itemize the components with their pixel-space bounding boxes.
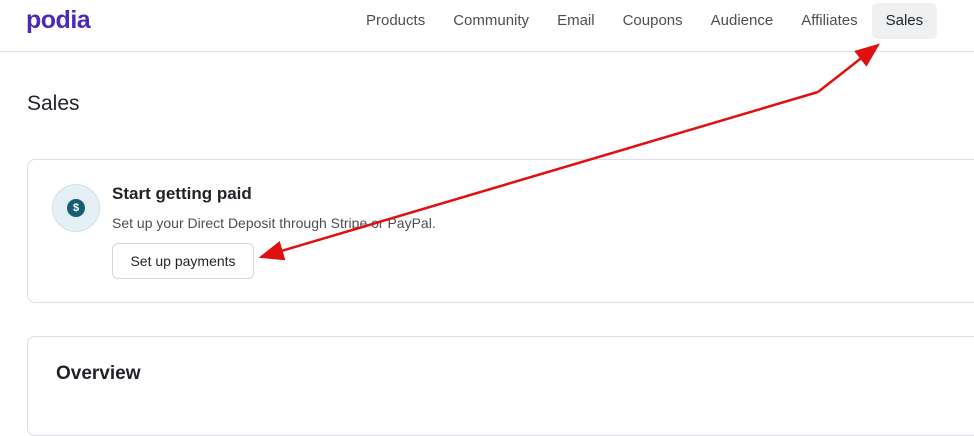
nav-item-community[interactable]: Community — [439, 3, 543, 39]
nav-item-affiliates[interactable]: Affiliates — [787, 3, 871, 39]
nav-item-products[interactable]: Products — [352, 3, 439, 39]
nav-item-coupons[interactable]: Coupons — [609, 3, 697, 39]
arrow-to-sales-tab — [817, 43, 880, 93]
nav-item-email[interactable]: Email — [543, 3, 609, 39]
overview-title: Overview — [56, 363, 141, 384]
dollar-coin-icon: $ — [52, 184, 100, 232]
dollar-sign-icon: $ — [67, 199, 85, 217]
podia-logo[interactable]: podia — [26, 6, 91, 35]
card-title: Start getting paid — [112, 184, 252, 203]
top-navigation-bar: podia Products Community Email Coupons A… — [0, 0, 974, 52]
overview-card: Overview — [27, 336, 974, 436]
nav-item-audience[interactable]: Audience — [697, 3, 788, 39]
page-title: Sales — [27, 92, 80, 115]
start-getting-paid-card: $ Start getting paid Set up your Direct … — [27, 159, 974, 303]
card-description: Set up your Direct Deposit through Strip… — [112, 215, 436, 231]
nav-item-sales[interactable]: Sales — [871, 3, 938, 39]
main-nav: Products Community Email Coupons Audienc… — [352, 3, 938, 39]
set-up-payments-button[interactable]: Set up payments — [112, 243, 254, 279]
